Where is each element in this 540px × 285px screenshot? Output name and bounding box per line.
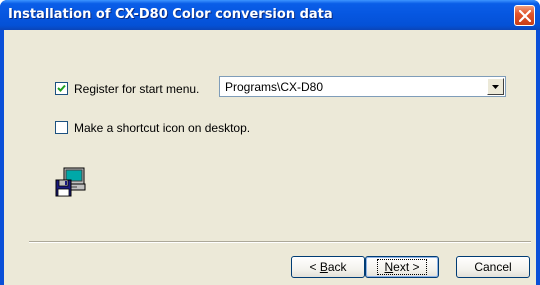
cancel-button[interactable]: Cancel [456, 256, 530, 278]
register-start-menu-label[interactable]: Register for start menu. [74, 82, 199, 96]
close-x-icon [519, 10, 531, 22]
back-button[interactable]: < Back [291, 256, 365, 278]
register-start-menu-checkbox[interactable] [55, 82, 68, 95]
separator [29, 241, 531, 243]
dialog-body: Register for start menu. Programs\CX-D80… [4, 30, 536, 285]
focus-rect: Next > [377, 259, 427, 275]
computer-floppy-icon [55, 167, 87, 202]
combobox-dropdown-button[interactable] [487, 78, 504, 95]
start-menu-folder-value: Programs\CX-D80 [225, 80, 324, 94]
desktop-shortcut-label[interactable]: Make a shortcut icon on desktop. [74, 121, 250, 135]
title-bar[interactable]: Installation of CX-D80 Color conversion … [0, 0, 540, 30]
installer-window: Installation of CX-D80 Color conversion … [0, 0, 540, 285]
close-button[interactable] [514, 5, 535, 26]
chevron-down-icon [492, 85, 499, 89]
desktop-shortcut-checkbox[interactable] [55, 121, 68, 134]
next-button[interactable]: Next > [365, 256, 439, 278]
checkmark-icon [57, 84, 66, 92]
start-menu-folder-combobox[interactable]: Programs\CX-D80 [219, 76, 506, 97]
window-title: Installation of CX-D80 Color conversion … [8, 7, 333, 22]
